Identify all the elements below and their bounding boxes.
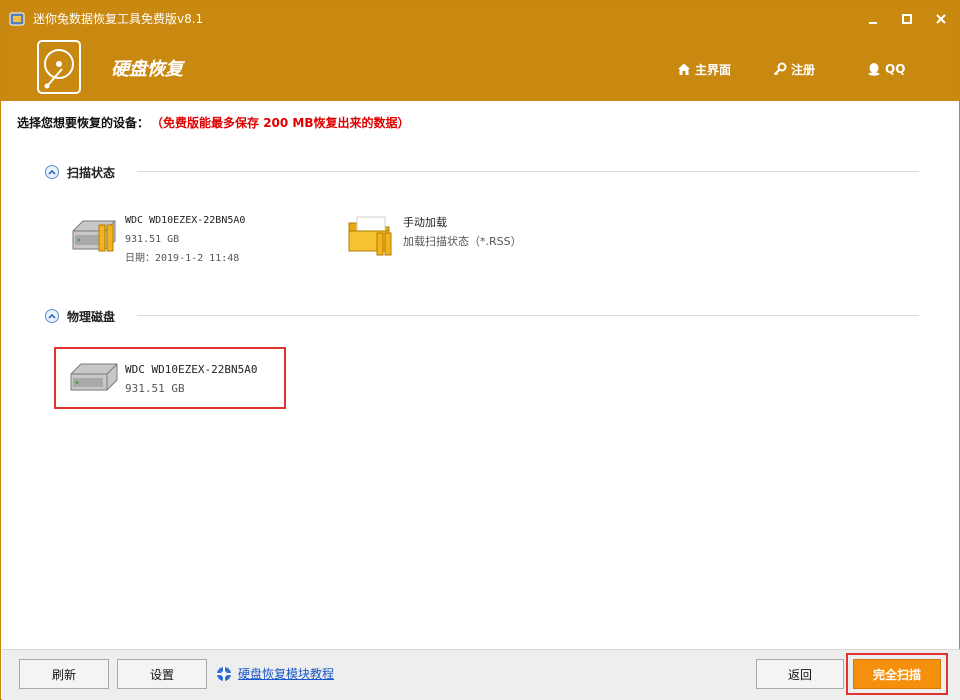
nav-home-label: 主界面 [695,62,732,77]
bottom-toolbar: 刷新 设置 硬盘恢复模块教程 返回 完全扫描 [2,649,960,700]
nav-register[interactable]: 注册 [773,59,815,79]
hard-disk-icon [69,360,119,394]
manual-load-label: 手动加载 [403,216,447,229]
hard-disk-icon [69,211,119,255]
lifebuoy-icon [217,666,231,681]
manual-load-desc: 加载扫描状态（*.RSS） [403,235,522,248]
chevron-up-icon [48,313,56,319]
collapse-scan-status-button[interactable] [45,165,59,179]
close-button[interactable] [927,9,955,29]
back-button[interactable]: 返回 [756,659,844,689]
collapse-physical-disk-button[interactable] [45,309,59,323]
physical-disk-item[interactable]: WDC WD10EZEX-22BN5A0 931.51 GB [69,360,257,398]
section-divider [137,315,919,316]
maximize-icon [902,14,912,24]
scan-date: 日期：2019-1-2 11:48 [125,253,240,264]
free-version-warning: （免费版能最多保存 200 MB恢复出来的数据） [157,116,410,130]
folder-icon [347,213,397,257]
refresh-button[interactable]: 刷新 [19,659,109,689]
full-scan-highlight: 完全扫描 [846,653,948,695]
section-physical-disk-title: 物理磁盘 [67,309,116,324]
page-title: 硬盘恢复 [111,59,183,80]
device-prompt: 选择您想要恢复的设备： （免费版能最多保存 200 MB恢复出来的数据） [17,114,410,131]
device-size: 931.51 GB [125,234,180,245]
maximize-button[interactable] [893,9,921,29]
settings-button[interactable]: 设置 [117,659,207,689]
nav-qq[interactable]: QQ [867,59,905,79]
minimize-button[interactable] [859,9,887,29]
help-link-label: 硬盘恢复模块教程 [238,667,335,681]
device-name: WDC WD10EZEX-22BN5A0 [125,215,246,226]
title-bar: 迷你兔数据恢复工具免费版v8.1 硬盘恢复 主界面 注册 QQ [1,1,959,101]
app-window: 迷你兔数据恢复工具免费版v8.1 硬盘恢复 主界面 注册 QQ 选择您想要恢复的… [0,0,960,700]
nav-register-label: 注册 [791,62,816,77]
nav-home[interactable]: 主界面 [677,59,731,79]
hdd-logo-icon [36,39,82,95]
minimize-icon [869,22,877,24]
nav-qq-label: QQ [885,62,906,76]
close-icon [936,14,946,24]
section-physical-disk: 物理磁盘 [45,307,115,325]
prompt-label: 选择您想要恢复的设备： [17,116,150,130]
app-icon [9,11,25,27]
device-size: 931.51 GB [125,382,185,395]
device-name: WDC WD10EZEX-22BN5A0 [125,363,258,376]
qq-penguin-icon [868,63,880,76]
help-tutorial-link[interactable]: 硬盘恢复模块教程 [216,665,334,682]
scan-status-disk-item[interactable]: WDC WD10EZEX-22BN5A0 931.51 GB 日期：2019-1… [69,211,245,268]
full-scan-button[interactable]: 完全扫描 [853,659,941,689]
manual-load-item[interactable]: 手动加载 加载扫描状态（*.RSS） [347,213,522,257]
home-icon [678,63,690,75]
section-scan-status: 扫描状态 [45,163,115,181]
window-title: 迷你兔数据恢复工具免费版v8.1 [33,12,204,26]
section-divider [137,171,919,172]
key-icon [773,62,787,76]
chevron-up-icon [48,169,56,175]
section-scan-status-title: 扫描状态 [67,165,116,180]
